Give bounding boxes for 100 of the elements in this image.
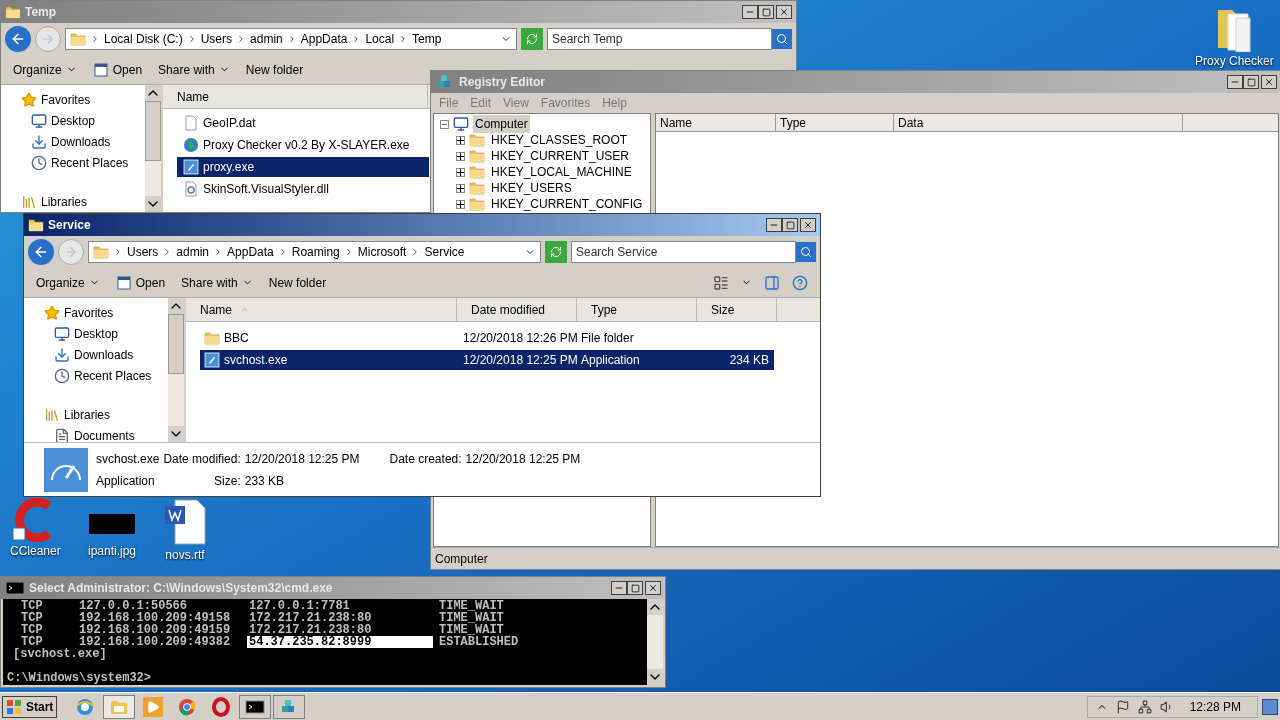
breadcrumb-item[interactable]: AppData <box>227 243 274 261</box>
tree-item[interactable]: HKEY_CURRENT_CONFIG <box>489 195 645 213</box>
search-icon-frame[interactable] <box>796 242 816 262</box>
breadcrumb-item[interactable]: Local Disk (C:) <box>104 30 183 48</box>
search-icon-frame[interactable] <box>772 29 792 49</box>
expand-toggle[interactable] <box>456 151 465 161</box>
scrollbar-thumb[interactable] <box>145 101 161 161</box>
refresh-button[interactable] <box>521 28 543 50</box>
nav-item[interactable]: Desktop <box>44 325 168 343</box>
close-button[interactable] <box>776 5 792 19</box>
scrollbar-thumb[interactable] <box>168 314 184 374</box>
search-field[interactable]: Search Temp <box>547 28 772 50</box>
refresh-icon <box>550 246 562 258</box>
column-header[interactable]: Name <box>186 298 457 321</box>
taskbar-button[interactable] <box>239 694 272 719</box>
file-row[interactable]: svchost.exe 12/20/2018 12:25 PM Application 234 KB <box>200 350 774 370</box>
address-bar[interactable]: Local Disk (C:) Users admin AppData Local Temp <box>65 28 517 50</box>
scrollbar[interactable] <box>647 599 663 685</box>
breadcrumb-item[interactable]: Temp <box>412 30 442 48</box>
toolbar-button[interactable]: Share with <box>158 60 230 79</box>
breadcrumb-item[interactable]: admin <box>176 243 210 261</box>
toolbar-button[interactable]: Open <box>92 60 143 79</box>
expand-toggle[interactable] <box>456 183 465 193</box>
expand-toggle[interactable] <box>456 167 465 177</box>
close-button[interactable] <box>800 218 816 232</box>
breadcrumb-item[interactable]: Microsoft <box>357 243 407 261</box>
refresh-button[interactable] <box>545 241 567 263</box>
toolbar-button[interactable]: Open <box>115 273 166 292</box>
desktop-icon-label[interactable]: CCleaner <box>10 542 61 560</box>
nav-item[interactable]: Libraries <box>44 406 168 424</box>
tree-item[interactable]: HKEY_LOCAL_MACHINE <box>489 163 634 181</box>
expand-toggle[interactable] <box>456 199 465 209</box>
tree-item[interactable]: HKEY_CLASSES_ROOT <box>489 131 630 149</box>
flag-icon[interactable] <box>1115 699 1130 714</box>
scrollbar[interactable] <box>145 85 161 212</box>
nav-item[interactable]: Documents <box>44 427 168 442</box>
expand-toggle[interactable] <box>456 135 465 145</box>
nav-item[interactable]: Recent Places <box>21 154 145 172</box>
preview-pane-icon[interactable] <box>764 274 780 291</box>
minimize-button[interactable] <box>611 581 627 595</box>
minimize-button[interactable] <box>766 218 782 232</box>
column-header[interactable]: Date modified <box>457 298 577 321</box>
network-icon[interactable] <box>1137 699 1152 714</box>
breadcrumb-item[interactable]: AppData <box>300 30 348 48</box>
close-button[interactable] <box>645 581 661 595</box>
tree-item[interactable]: HKEY_CURRENT_USER <box>489 147 632 165</box>
toolbar-button[interactable]: Organize <box>13 60 77 79</box>
file-row[interactable]: GeoIP.dat <box>177 113 429 133</box>
view-icon[interactable] <box>713 274 729 291</box>
breadcrumb-item[interactable]: Service <box>424 243 465 261</box>
tree-item[interactable]: Computer <box>473 115 530 133</box>
column-header[interactable]: Name <box>163 85 428 108</box>
nav-item[interactable]: Downloads <box>44 346 168 364</box>
file-row[interactable]: SkinSoft.VisualStyler.dll <box>177 179 429 199</box>
close-button[interactable] <box>1261 75 1277 89</box>
breadcrumb-item[interactable]: Local <box>365 30 395 48</box>
nav-item[interactable]: Libraries <box>21 193 145 211</box>
column-header[interactable]: Data <box>894 114 1183 132</box>
file-row[interactable]: proxy.exe <box>177 157 429 177</box>
toolbar-button[interactable]: Share with <box>181 273 253 292</box>
column-header[interactable]: Size <box>697 298 777 321</box>
nav-item[interactable]: Downloads <box>21 133 145 151</box>
file-row[interactable]: BBC 12/20/2018 12:26 PM File folder <box>200 328 774 348</box>
desktop-icon-label[interactable]: ipanti.jpg <box>88 542 137 560</box>
column-header[interactable]: Name <box>656 114 776 132</box>
breadcrumb-item[interactable]: Users <box>127 243 159 261</box>
back-button[interactable] <box>5 26 31 52</box>
clock[interactable]: 12:28 PM <box>1181 697 1249 716</box>
start-button[interactable]: Start <box>2 695 58 718</box>
nav-item[interactable]: Desktop <box>21 112 145 130</box>
minimize-button[interactable] <box>742 5 758 19</box>
breadcrumb-item[interactable]: Users <box>200 30 233 48</box>
help-icon[interactable] <box>792 274 808 291</box>
maximize-button[interactable] <box>758 5 774 19</box>
toolbar-button[interactable]: New folder <box>245 60 304 79</box>
minimize-button[interactable] <box>1227 75 1243 89</box>
nav-item[interactable]: Favorites <box>21 91 145 109</box>
nav-item[interactable]: Favorites <box>44 304 168 322</box>
file-row[interactable]: Proxy Checker v0.2 By X-SLAYER.exe <box>177 135 429 155</box>
address-bar[interactable]: Users admin AppData Roaming Microsoft Service <box>88 241 541 263</box>
maximize-button[interactable] <box>1243 75 1259 89</box>
maximize-button[interactable] <box>782 218 798 232</box>
scrollbar[interactable] <box>168 298 184 442</box>
tree-item[interactable]: HKEY_USERS <box>489 179 574 197</box>
collapse-toggle[interactable] <box>440 119 449 129</box>
maximize-button[interactable] <box>627 581 643 595</box>
window-icon <box>115 274 132 291</box>
nav-item[interactable]: Recent Places <box>44 367 168 385</box>
show-desktop-button[interactable] <box>1262 698 1278 715</box>
breadcrumb-item[interactable]: Roaming <box>291 243 340 261</box>
console-text: 127.0.0.1:50566 <box>78 600 188 612</box>
column-header[interactable]: Type <box>577 298 697 321</box>
back-button[interactable] <box>28 239 54 265</box>
breadcrumb-item[interactable]: admin <box>250 30 283 48</box>
desktop-icon-label[interactable]: novs.rtf <box>165 546 205 564</box>
toolbar-button[interactable]: Organize <box>36 273 100 292</box>
desktop-icon-label[interactable]: Proxy Checker <box>1195 52 1274 70</box>
toolbar-button[interactable]: New folder <box>268 273 327 292</box>
search-field[interactable]: Search Service <box>571 241 796 263</box>
column-header[interactable]: Type <box>776 114 894 132</box>
